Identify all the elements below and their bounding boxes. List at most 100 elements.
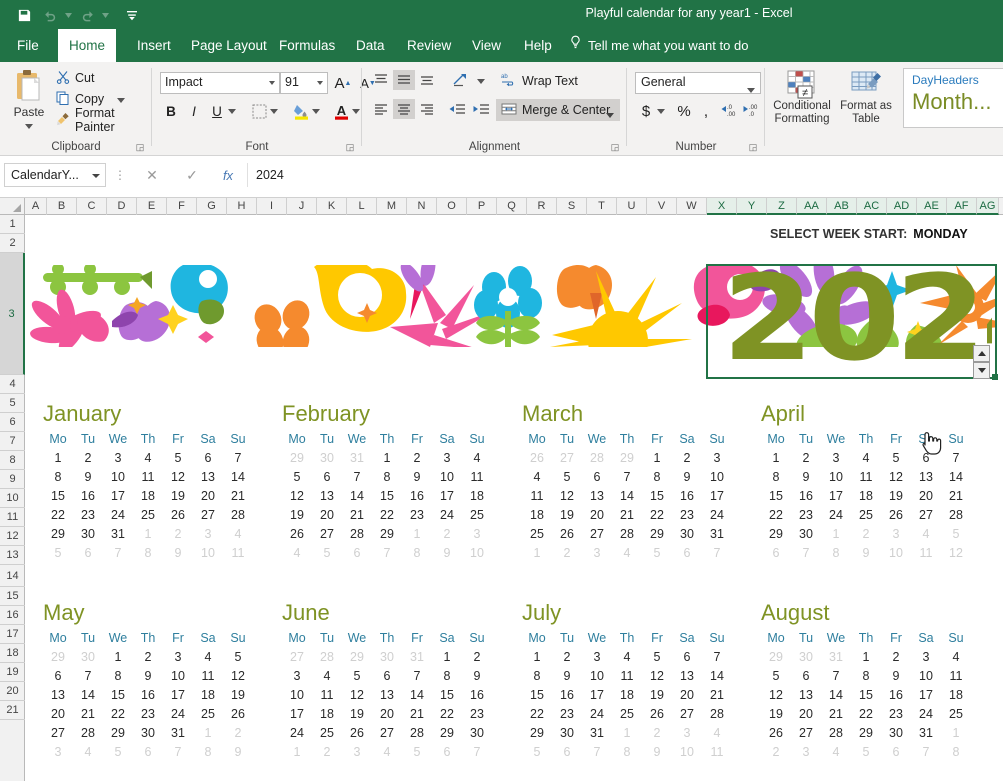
day-cell[interactable]: 15 [522,686,552,705]
day-cell[interactable]: 29 [761,525,791,544]
day-of-week-fr[interactable]: Fr [402,629,432,648]
formula-bar-grip[interactable]: ⋮ [114,168,126,182]
day-cell[interactable]: 1 [103,648,133,667]
day-cell-adjacent-month[interactable]: 7 [582,743,612,762]
day-cell[interactable]: 24 [702,506,732,525]
increase-font-size-icon[interactable]: A ▲ [332,72,354,94]
day-cell[interactable]: 14 [223,468,253,487]
day-cell[interactable]: 2 [791,449,821,468]
day-cell[interactable]: 8 [761,468,791,487]
day-cell[interactable]: 2 [672,449,702,468]
day-cell[interactable]: 28 [223,506,253,525]
day-cell[interactable]: 27 [791,724,821,743]
day-of-week-tu[interactable]: Tu [791,629,821,648]
day-cell[interactable]: 2 [462,648,492,667]
day-cell[interactable]: 6 [43,667,73,686]
day-of-week-tu[interactable]: Tu [791,430,821,449]
day-cell[interactable]: 7 [223,449,253,468]
day-cell[interactable]: 1 [432,648,462,667]
day-cell[interactable]: 5 [223,648,253,667]
day-cell[interactable]: 17 [163,686,193,705]
day-of-week-sa[interactable]: Sa [193,430,223,449]
day-cell[interactable]: 6 [312,468,342,487]
row-header-18[interactable]: 18 [0,644,25,663]
day-cell[interactable]: 20 [312,506,342,525]
day-cell-adjacent-month[interactable]: 12 [941,544,971,563]
day-cell[interactable]: 13 [672,667,702,686]
day-cell[interactable]: 6 [582,468,612,487]
day-cell-adjacent-month[interactable]: 7 [911,743,941,762]
increase-decimal-icon[interactable]: .0.00 [719,100,739,122]
row-header-9[interactable]: 9 [0,470,25,489]
tab-insert[interactable]: Insert [126,29,182,62]
clipboard-dialog-launcher[interactable]: ◲ [134,141,146,153]
day-cell[interactable]: 8 [851,667,881,686]
cut-button[interactable]: Cut [56,68,94,88]
day-of-week-mo[interactable]: Mo [761,430,791,449]
day-cell[interactable]: 20 [672,686,702,705]
day-cell[interactable]: 21 [223,487,253,506]
day-cell-adjacent-month[interactable]: 7 [163,743,193,762]
underline-dropdown-icon[interactable] [226,100,238,122]
day-cell-adjacent-month[interactable]: 3 [193,525,223,544]
day-cell[interactable]: 16 [402,487,432,506]
day-cell[interactable]: 22 [103,705,133,724]
day-cell[interactable]: 23 [672,506,702,525]
day-cell[interactable]: 26 [282,525,312,544]
day-cell[interactable]: 4 [851,449,881,468]
day-cell-adjacent-month[interactable]: 3 [43,743,73,762]
day-cell[interactable]: 2 [73,449,103,468]
day-cell[interactable]: 9 [881,667,911,686]
day-cell-adjacent-month[interactable]: 30 [312,449,342,468]
day-cell[interactable]: 6 [372,667,402,686]
format-painter-button[interactable]: Format Painter [56,106,152,134]
day-of-week-tu[interactable]: Tu [73,629,103,648]
day-cell[interactable]: 8 [432,667,462,686]
day-cell[interactable]: 2 [881,648,911,667]
fill-color-dropdown-icon[interactable] [310,100,322,122]
day-cell-adjacent-month[interactable]: 5 [402,743,432,762]
day-cell[interactable]: 30 [881,724,911,743]
day-cell-adjacent-month[interactable]: 1 [941,724,971,743]
day-cell[interactable]: 30 [791,525,821,544]
tab-view[interactable]: View [461,29,512,62]
day-cell[interactable]: 5 [163,449,193,468]
tab-data[interactable]: Data [345,29,396,62]
format-as-table-button[interactable]: Format as Table [837,68,895,126]
font-name-input[interactable]: Impact [160,72,280,94]
day-of-week-sa[interactable]: Sa [432,430,462,449]
day-cell-adjacent-month[interactable]: 5 [43,544,73,563]
day-cell[interactable]: 28 [702,705,732,724]
day-cell[interactable]: 17 [821,487,851,506]
day-cell-adjacent-month[interactable]: 28 [582,449,612,468]
tab-home[interactable]: Home [58,29,117,62]
column-header-AC[interactable]: AC [857,198,887,215]
day-cell-adjacent-month[interactable]: 5 [522,743,552,762]
day-cell-adjacent-month[interactable]: 5 [312,544,342,563]
borders-dropdown-icon[interactable] [268,100,280,122]
day-cell[interactable]: 18 [133,487,163,506]
day-cell-adjacent-month[interactable]: 2 [312,743,342,762]
day-cell-adjacent-month[interactable]: 7 [702,544,732,563]
day-cell-adjacent-month[interactable]: 4 [612,544,642,563]
day-cell[interactable]: 7 [612,468,642,487]
fill-color-button[interactable] [290,100,312,122]
day-of-week-th[interactable]: Th [851,629,881,648]
day-of-week-sa[interactable]: Sa [193,629,223,648]
day-cell[interactable]: 4 [612,648,642,667]
column-header-AD[interactable]: AD [887,198,917,215]
day-cell[interactable]: 13 [43,686,73,705]
day-cell-adjacent-month[interactable]: 4 [372,743,402,762]
day-cell-adjacent-month[interactable]: 29 [761,648,791,667]
alignment-dialog-launcher[interactable]: ◲ [609,141,621,153]
day-cell[interactable]: 17 [432,487,462,506]
day-cell[interactable]: 28 [402,724,432,743]
day-cell[interactable]: 12 [223,667,253,686]
day-cell[interactable]: 13 [582,487,612,506]
day-cell-adjacent-month[interactable]: 11 [702,743,732,762]
column-header-M[interactable]: M [377,198,407,215]
day-cell-adjacent-month[interactable]: 9 [851,544,881,563]
orientation-icon[interactable] [446,70,476,90]
column-header-Q[interactable]: Q [497,198,527,215]
day-cell[interactable]: 10 [103,468,133,487]
